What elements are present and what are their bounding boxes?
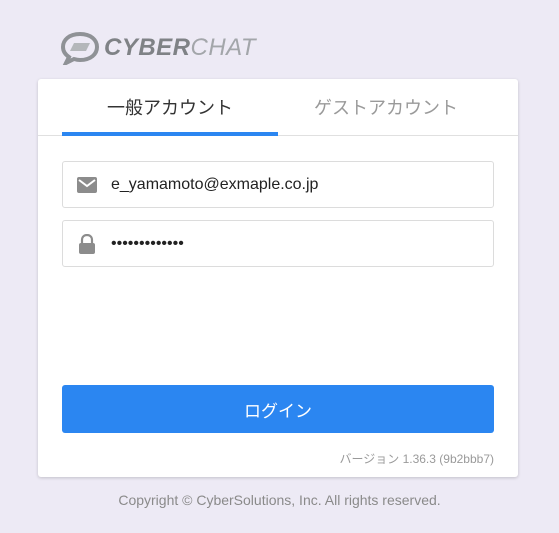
logo-light-text: CHAT [190,34,257,61]
password-field[interactable]: ••••••••••••• [62,220,494,267]
lock-icon [63,233,111,254]
chat-bubble-icon [60,31,100,65]
password-value: ••••••••••••• [111,234,184,252]
email-field[interactable]: e_yamamoto@exmaple.co.jp [62,161,494,208]
logo-text: CYBERCHAT [104,36,256,60]
login-card: 一般アカウント ゲストアカウント e_yamamoto@exmaple.co.j… [38,79,518,477]
email-value: e_yamamoto@exmaple.co.jp [111,175,319,193]
logo-bold-text: CYBER [104,34,191,61]
login-page: CYBERCHAT 一般アカウント ゲストアカウント e_yamamoto@ex… [0,0,559,533]
version-label: バージョン 1.36.3 (9b2bbb7) [339,452,494,466]
cyberchat-logo: CYBERCHAT [60,28,256,68]
tab-guest-account[interactable]: ゲストアカウント [278,79,494,135]
tab-general-account[interactable]: 一般アカウント [62,79,278,136]
login-button[interactable]: ログイン [62,385,494,433]
copyright-text: Copyright © CyberSolutions, Inc. All rig… [118,492,441,508]
mail-icon [63,176,111,193]
account-tabs: 一般アカウント ゲストアカウント [38,79,518,136]
